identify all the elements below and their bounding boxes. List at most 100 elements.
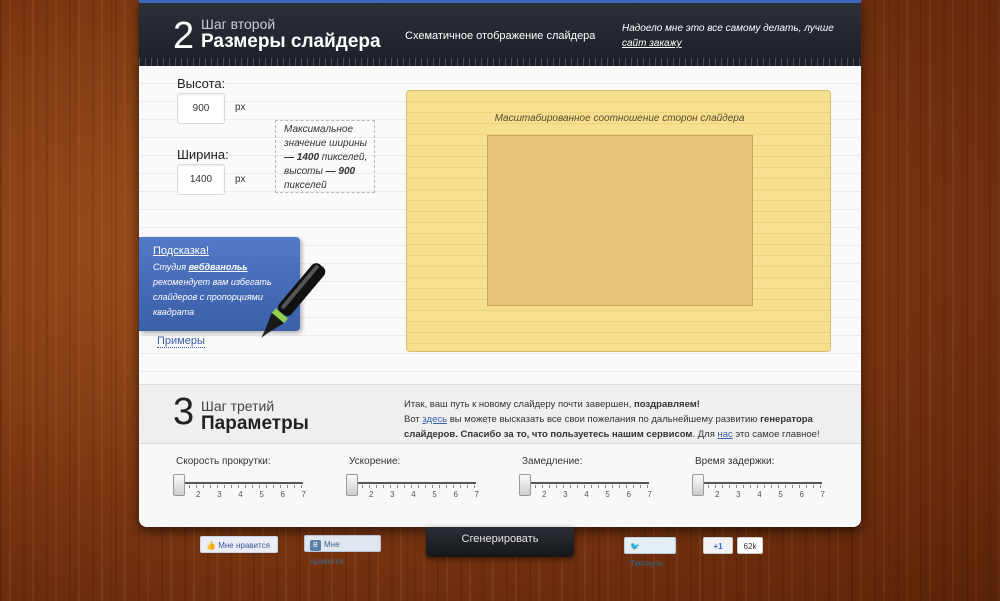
slider-acceleration: Ускорение: 2 3 4 5 6 7: [346, 456, 483, 499]
note-height: — 900: [325, 166, 356, 177]
slider-ticks: 2 3 4 5 6 7: [369, 490, 479, 499]
tick-label: 3: [736, 490, 741, 499]
slider-preview: Масштабированное соотношение сторон слай…: [406, 90, 831, 352]
tweet-label: Твитнуть: [630, 559, 664, 568]
pen-icon: [261, 263, 326, 338]
note-post: пикселей: [284, 180, 327, 191]
slider-ticks: 2 3 4 5 6 7: [542, 490, 652, 499]
slider-track[interactable]: [521, 482, 649, 484]
slider-handle[interactable]: [692, 474, 704, 496]
slider-tickmarks: [175, 485, 303, 488]
ruler-decoration: [139, 58, 861, 66]
note-width: — 1400: [284, 152, 320, 163]
step-number: 2: [173, 15, 195, 57]
slider-label: Время задержки:: [695, 456, 775, 467]
order-site-text: Надоело мне это все самому делать, лучше…: [622, 21, 844, 51]
tick-label: 6: [799, 490, 804, 499]
slider-handle[interactable]: [346, 474, 358, 496]
thumbs-up-icon: 👍: [206, 541, 216, 550]
tick-label: 6: [280, 490, 285, 499]
max-size-note: Максимальное значение ширины — 1400 пикс…: [275, 120, 375, 193]
examples-link[interactable]: Примеры: [157, 335, 205, 348]
vk-like-button[interactable]: В Мне нравится: [304, 535, 381, 566]
tick-label: 2: [715, 490, 720, 499]
slider-label: Скорость прокрутки:: [176, 456, 271, 467]
tick-label: 3: [563, 490, 568, 499]
dimensions-section: Высота: 900 px Ширина: 1400 px Максималь…: [139, 66, 861, 384]
us-link[interactable]: нас: [718, 429, 733, 440]
height-input[interactable]: 900: [177, 93, 225, 124]
generate-button[interactable]: Сгенерировать: [426, 527, 574, 557]
tweet-button[interactable]: 🐦 Твитнуть: [624, 537, 676, 568]
slider-scroll-speed: Скорость прокрутки: 2 3 4 5 6 7: [173, 456, 310, 499]
tip-brand-link[interactable]: вебдванольь: [189, 262, 248, 272]
gplus-count: 62k: [737, 537, 763, 554]
feedback-link[interactable]: здесь: [422, 414, 447, 425]
tick-label: 5: [778, 490, 783, 499]
height-label: Высота:: [177, 76, 226, 91]
step3-description: Итак, ваш путь к новому слайдеру почти з…: [404, 397, 844, 442]
slider-track[interactable]: [348, 482, 476, 484]
schematic-label: Схематичное отображение слайдера: [405, 30, 596, 42]
step3-line1: Итак, ваш путь к новому слайдеру почти з…: [404, 399, 635, 410]
tick-label: 6: [626, 490, 631, 499]
step3-subtitle: Шаг третий: [201, 398, 275, 414]
preview-caption: Масштабированное соотношение сторон слай…: [494, 113, 745, 124]
step3-title: Параметры: [201, 413, 309, 434]
tick-label: 6: [453, 490, 458, 499]
facebook-like-button[interactable]: 👍 Мне нравится: [200, 536, 278, 553]
tip-text-pre: Студия: [153, 262, 189, 272]
step3-thanks-bold: . Спасибо за то, что пользуетесь нашим с…: [455, 429, 693, 440]
slider-handle[interactable]: [173, 474, 185, 496]
tick-label: 7: [301, 490, 306, 499]
slider-track[interactable]: [694, 482, 822, 484]
tick-label: 3: [217, 490, 222, 499]
tick-label: 2: [196, 490, 201, 499]
slider-track[interactable]: [175, 482, 303, 484]
step3-line2-mid: вы можете высказать все свои пожелания п…: [447, 414, 761, 425]
step3-header: 3 Шаг третий Параметры Итак, ваш путь к …: [139, 384, 861, 444]
order-site-link[interactable]: сайт закажу: [622, 38, 682, 49]
order-site-prefix: Надоело мне это все самому делать, лучше: [622, 23, 834, 34]
tick-label: 4: [757, 490, 762, 499]
width-unit: px: [235, 174, 246, 185]
vk-logo-icon: В: [310, 540, 321, 551]
slider-tickmarks: [521, 485, 649, 488]
step3-number: 3: [173, 391, 195, 433]
gplus-button[interactable]: +1: [703, 537, 733, 554]
slider-handle[interactable]: [519, 474, 531, 496]
tick-label: 5: [259, 490, 264, 499]
slider-label: Ускорение:: [349, 456, 401, 467]
slider-ticks: 2 3 4 5 6 7: [715, 490, 825, 499]
tick-label: 5: [432, 490, 437, 499]
preview-slider-area: [487, 135, 753, 306]
step-title: Размеры слайдера: [201, 31, 381, 52]
tick-label: 2: [542, 490, 547, 499]
parameters-sliders: Скорость прокрутки: 2 3 4 5 6 7 Ускорение: 2 3…: [139, 444, 861, 527]
step2-header: 2 Шаг второй Размеры слайдера Схематично…: [139, 3, 861, 66]
note-pre: Максимальное значение ширины: [284, 124, 368, 149]
tick-label: 5: [605, 490, 610, 499]
step3-line2-end: это самое главное!: [732, 429, 820, 440]
height-unit: px: [235, 102, 246, 113]
facebook-like-label: Мне нравится: [218, 541, 270, 550]
tick-label: 7: [820, 490, 825, 499]
main-panel: 2 Шаг второй Размеры слайдера Схематично…: [139, 0, 861, 527]
width-label: Ширина:: [177, 147, 229, 162]
tick-label: 4: [411, 490, 416, 499]
tick-label: 7: [647, 490, 652, 499]
tick-label: 7: [474, 490, 479, 499]
tick-label: 4: [238, 490, 243, 499]
slider-label: Замедление:: [522, 456, 583, 467]
slider-tickmarks: [348, 485, 476, 488]
tick-label: 3: [390, 490, 395, 499]
step-subtitle: Шаг второй: [201, 16, 276, 32]
slider-ticks: 2 3 4 5 6 7: [196, 490, 306, 499]
step3-line2-pre: Вот: [404, 414, 423, 425]
step3-congrats: поздравляем!: [634, 399, 700, 410]
width-input[interactable]: 1400: [177, 164, 225, 195]
twitter-bird-icon: 🐦: [630, 542, 640, 551]
slider-tickmarks: [694, 485, 822, 488]
slider-delay-time: Время задержки: 2 3 4 5 6 7: [692, 456, 829, 499]
step3-line2-post: . Для: [692, 429, 718, 440]
